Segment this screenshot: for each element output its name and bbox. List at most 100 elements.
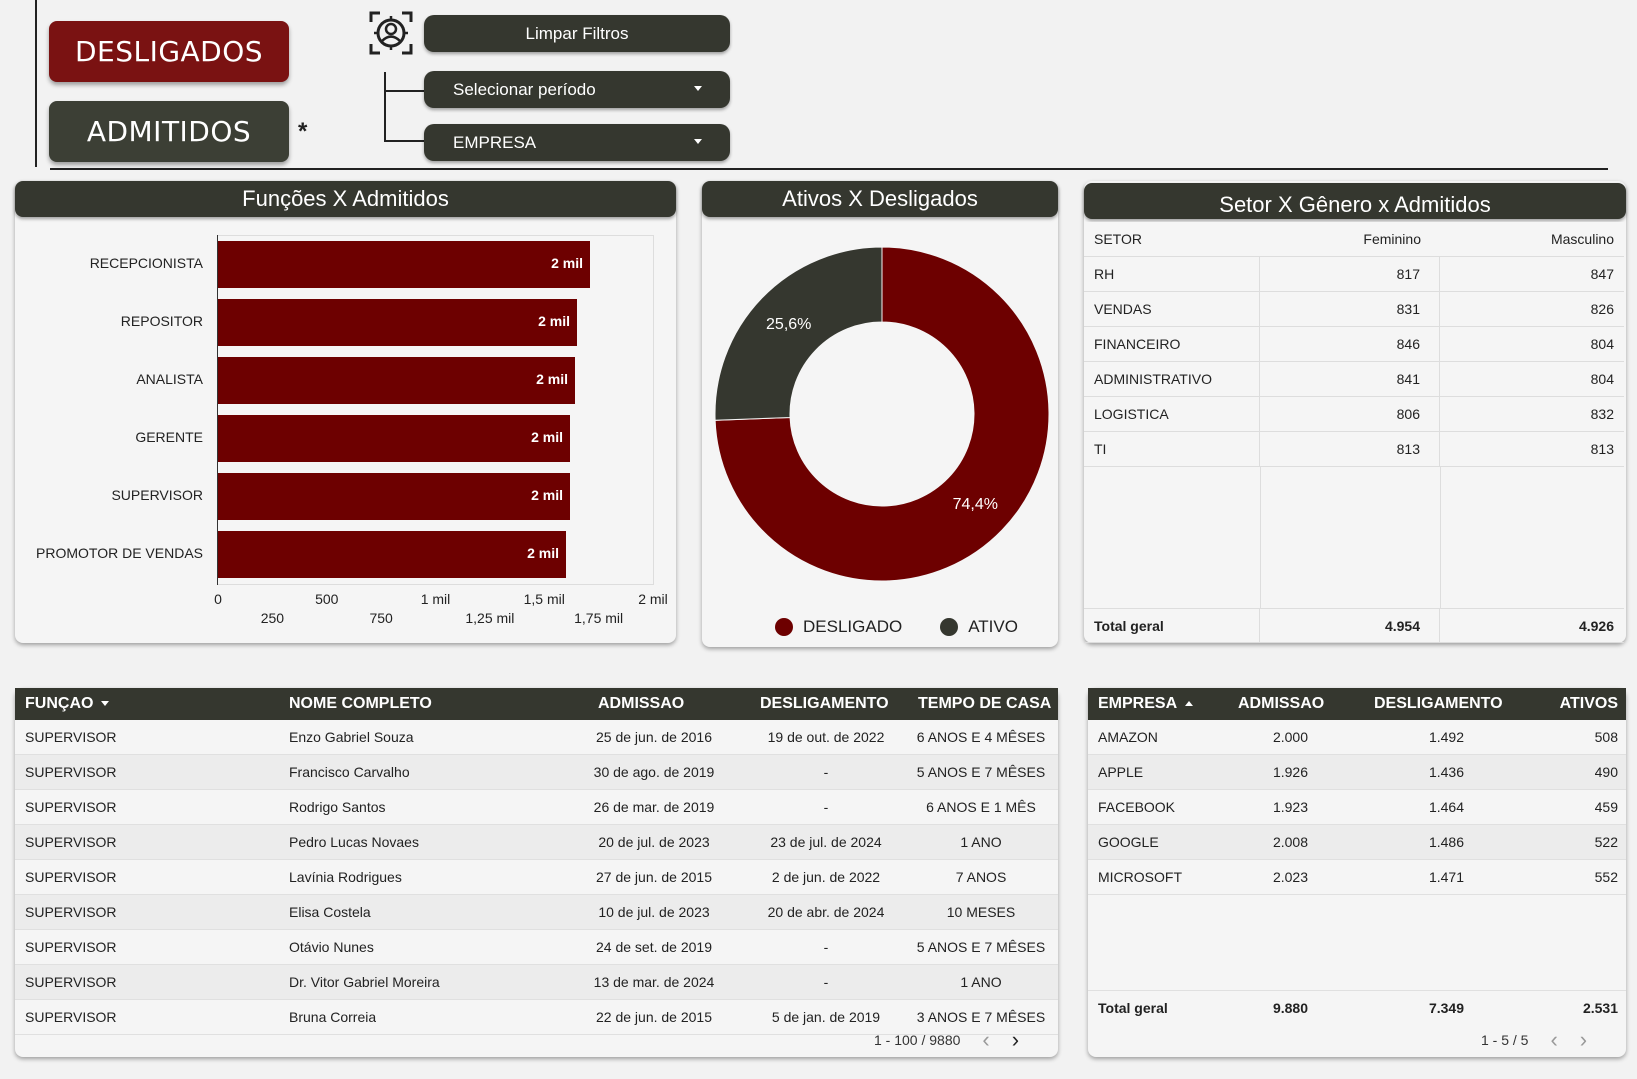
desligados-button[interactable]: DESLIGADOS [49,21,289,82]
nome-cell: Otávio Nunes [289,939,374,955]
nome-cell: Bruna Correia [289,1009,377,1025]
x-tick-label: 250 [260,610,285,626]
desligamento-cell: 1.486 [1428,834,1464,850]
funcao-cell: SUPERVISOR [25,764,117,780]
column-header-ativos[interactable]: ATIVOS [1560,695,1618,713]
table-row: RH 817 847 [1084,257,1624,292]
masculino-cell: 847 [1590,266,1614,282]
column-header-masculino[interactable]: Masculino [1440,222,1624,256]
nome-cell: Enzo Gabriel Souza [289,729,414,745]
bar-gerente[interactable]: 2 mil [218,415,570,462]
column-header-setor[interactable]: SETOR [1084,222,1260,256]
clear-filters-button[interactable]: Limpar Filtros [424,15,730,52]
x-tick-label: 1,75 mil [574,610,624,626]
setor-cell: VENDAS [1084,292,1260,326]
donut-slice-ativo[interactable] [714,246,883,421]
table-row[interactable]: SUPERVISOR Francisco Carvalho 30 de ago. d… [15,755,1058,790]
desligamento-cell: 1.492 [1428,729,1464,745]
bar-repositor[interactable]: 2 mil [218,299,577,346]
column-header-desligamento[interactable]: DESLIGAMENTO [760,695,889,713]
x-tick-label: 750 [369,610,393,626]
desligamento-cell: 23 de jul. de 2024 [770,834,882,850]
masculino-cell: 826 [1590,301,1614,317]
admissao-cell: 1.923 [1272,799,1308,815]
masculino-cell: 832 [1590,406,1614,422]
admissao-cell: 2.023 [1272,869,1308,885]
tempo-cell: 1 ANO [960,974,1002,990]
table-row[interactable]: SUPERVISOR Rodrigo Santos 26 de mar. de 20… [15,790,1058,825]
column-header-tempo-de-casa[interactable]: TEMPO DE CASA [918,695,1051,713]
admissao-cell: 27 de jun. de 2015 [596,869,712,885]
admissao-cell: 22 de jun. de 2015 [596,1009,712,1025]
total-feminino: 4.954 [1260,609,1440,642]
chevron-left-icon[interactable]: ‹ [1550,1027,1557,1053]
chevron-down-icon [694,139,702,144]
desligamento-cell: - [823,939,829,955]
sort-asc-icon [1185,701,1194,707]
bar-supervisor[interactable]: 2 mil [218,473,570,520]
x-tick-label: 1,25 mil [465,610,515,626]
table-row[interactable]: SUPERVISOR Otávio Nunes 24 de set. de 2019… [15,930,1058,965]
table-row[interactable]: SUPERVISOR Elisa Costela 10 de jul. de 202… [15,895,1058,930]
column-header-desligamento[interactable]: DESLIGAMENTO [1374,695,1503,713]
bar-data-label: 2 mil [531,429,563,445]
table-row[interactable]: MICROSOFT 2.023 1.471 552 [1088,860,1626,895]
nome-cell: Elisa Costela [289,904,371,920]
tempo-cell: 3 ANOS E 7 MÊSES [916,1009,1046,1025]
category-label: PROMOTOR DE VENDAS [36,545,203,561]
bar-analista[interactable]: 2 mil [218,357,575,404]
admissao-cell: 2.000 [1272,729,1308,745]
table-row: ADMINISTRATIVO 841 804 [1084,362,1624,397]
desligamento-cell: 1.436 [1428,764,1464,780]
empresa-table-header: EMPRESA ADMISSAO DESLIGAMENTO ATIVOS [1088,688,1626,720]
column-header-admissao[interactable]: ADMISSAO [1238,695,1324,713]
chevron-left-icon[interactable]: ‹ [982,1027,989,1053]
column-header-funcao[interactable]: FUNÇAO [25,695,110,713]
funcao-cell: SUPERVISOR [25,729,117,745]
table-row: LOGISTICA 806 832 [1084,397,1624,432]
total-row: Total geral 9.880 7.349 2.531 [1088,990,1626,1025]
masculino-cell: 804 [1590,336,1614,352]
admitidos-button[interactable]: ADMITIDOS [49,101,289,162]
total-masculino: 4.926 [1578,617,1614,634]
empresa-cell: GOOGLE [1098,834,1159,850]
table-row[interactable]: SUPERVISOR Lavínia Rodrigues 27 de jun. de… [15,860,1058,895]
user-scan-icon [368,10,414,56]
table-row[interactable]: AMAZON 2.000 1.492 508 [1088,720,1626,755]
funcao-cell: SUPERVISOR [25,834,117,850]
desligamento-cell: 2 de jun. de 2022 [771,869,881,885]
feminino-cell: 817 [1260,257,1440,291]
column-header-nome[interactable]: NOME COMPLETO [289,695,432,713]
table-row[interactable]: APPLE 1.926 1.436 490 [1088,755,1626,790]
desligamento-cell: 20 de abr. de 2024 [767,904,885,920]
tempo-cell: 6 ANOS E 4 MÊSES [916,729,1046,745]
table-row: FINANCEIRO 846 804 [1084,327,1624,362]
chevron-right-icon[interactable]: › [1580,1027,1587,1053]
x-tick-label: 500 [315,591,339,607]
company-dropdown[interactable]: EMPRESA [424,124,730,161]
bar-data-label: 2 mil [538,313,570,329]
period-dropdown[interactable]: Selecionar período [424,71,730,108]
table-row[interactable]: SUPERVISOR Dr. Vitor Gabriel Moreira 13 de… [15,965,1058,1000]
funcao-cell: SUPERVISOR [25,1009,117,1025]
chevron-right-icon[interactable]: › [1012,1027,1019,1053]
desligamento-cell: - [823,799,829,815]
bar-y-axis [217,235,218,585]
column-header-admissao[interactable]: ADMISSAO [598,695,684,713]
donut-data-label: 25,6% [766,316,811,333]
table-row[interactable]: SUPERVISOR Pedro Lucas Novaes 20 de jul. d… [15,825,1058,860]
nome-cell: Rodrigo Santos [289,799,386,815]
setor-cell: ADMINISTRATIVO [1084,362,1260,396]
donut-chart: 74,4% 25,6% [714,246,1050,582]
table-row[interactable]: GOOGLE 2.008 1.486 522 [1088,825,1626,860]
table-row[interactable]: FACEBOOK 1.923 1.464 459 [1088,790,1626,825]
desligamento-cell: 5 de jan. de 2019 [771,1009,881,1025]
column-header-empresa[interactable]: EMPRESA [1098,695,1194,713]
column-header-feminino[interactable]: Feminino [1260,222,1440,256]
period-dropdown-label: Selecionar período [453,79,596,99]
bar-promotor-de-vendas[interactable]: 2 mil [218,531,566,578]
setor-cell: RH [1084,257,1260,291]
bar-recepcionista[interactable]: 2 mil [218,241,590,288]
table-row[interactable]: SUPERVISOR Enzo Gabriel Souza 25 de jun. d… [15,720,1058,755]
nome-cell: Lavínia Rodrigues [289,869,402,885]
